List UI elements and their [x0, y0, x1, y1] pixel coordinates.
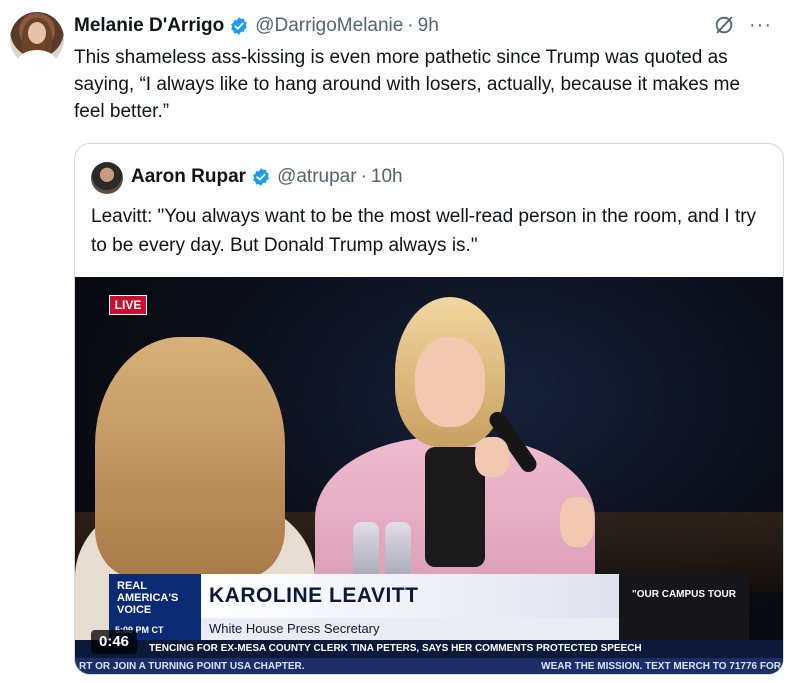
news-ticker-top: TENCING FOR EX-MESA COUNTY CLERK TINA PE…	[75, 640, 783, 658]
quoted-author-avatar[interactable]	[91, 162, 123, 194]
quoted-tweet-text: Leavitt: "You always want to be the most…	[91, 206, 757, 256]
video-duration: 0:46	[91, 630, 138, 654]
news-ticker-bottom: RT OR JOIN A TURNING POINT USA CHAPTER. …	[75, 658, 783, 674]
live-badge: LIVE	[109, 295, 147, 315]
speaker-hand-gesture	[560, 497, 594, 547]
tweet-time[interactable]: 9h	[418, 15, 439, 37]
logo-line: VOICE	[117, 604, 152, 616]
chyron-promo: "OUR CAMPUS TOUR	[619, 574, 749, 640]
logo-line: AMERICA'S	[117, 592, 179, 604]
chyron-name: KAROLINE LEAVITT	[201, 574, 619, 618]
water-bottle	[353, 522, 379, 582]
avatar-face	[28, 22, 46, 44]
video-player[interactable]: LIVE REAL AMERICA'S VOICE 5:09 PM CT KAR…	[75, 277, 783, 674]
tweet-actions-top: ···	[713, 14, 772, 36]
foreground-hair	[95, 337, 285, 577]
quoted-tweet-header: Aaron Rupar @atrupar · 10h	[131, 164, 403, 190]
separator-dot: ·	[407, 15, 414, 36]
ticker-text-left: RT OR JOIN A TURNING POINT USA CHAPTER.	[79, 661, 305, 672]
quoted-tweet-time[interactable]: 10h	[371, 166, 403, 188]
ticker-text-right: WEAR THE MISSION. TEXT MERCH TO 71776 FO…	[541, 661, 781, 672]
quoted-author-name[interactable]: Aaron Rupar	[131, 166, 246, 188]
grok-icon[interactable]	[713, 14, 735, 36]
separator-dot: ·	[360, 166, 367, 187]
tweet-header: Melanie D'Arrigo @DarrigoMelanie · 9h	[74, 14, 439, 38]
author-name[interactable]: Melanie D'Arrigo	[74, 15, 224, 37]
more-options-icon[interactable]: ···	[749, 15, 772, 35]
author-avatar[interactable]	[10, 12, 64, 66]
water-bottle	[385, 522, 411, 582]
speaker-face	[415, 337, 485, 427]
verified-badge-icon[interactable]	[251, 167, 271, 187]
author-handle[interactable]: @DarrigoMelanie	[255, 15, 403, 37]
avatar-shirt	[18, 50, 56, 66]
chyron-title: White House Press Secretary	[201, 618, 619, 640]
tweet-text: This shameless ass-kissing is even more …	[74, 47, 741, 122]
speaker-hand	[475, 437, 509, 477]
quoted-tweet-card[interactable]: Aaron Rupar @atrupar · 10h Leavitt: "You…	[74, 143, 784, 675]
quoted-author-handle[interactable]: @atrupar	[277, 166, 357, 188]
news-chyron: REAL AMERICA'S VOICE 5:09 PM CT KAROLINE…	[109, 574, 749, 640]
logo-line: REAL	[117, 580, 147, 592]
verified-badge-icon[interactable]	[229, 16, 249, 36]
